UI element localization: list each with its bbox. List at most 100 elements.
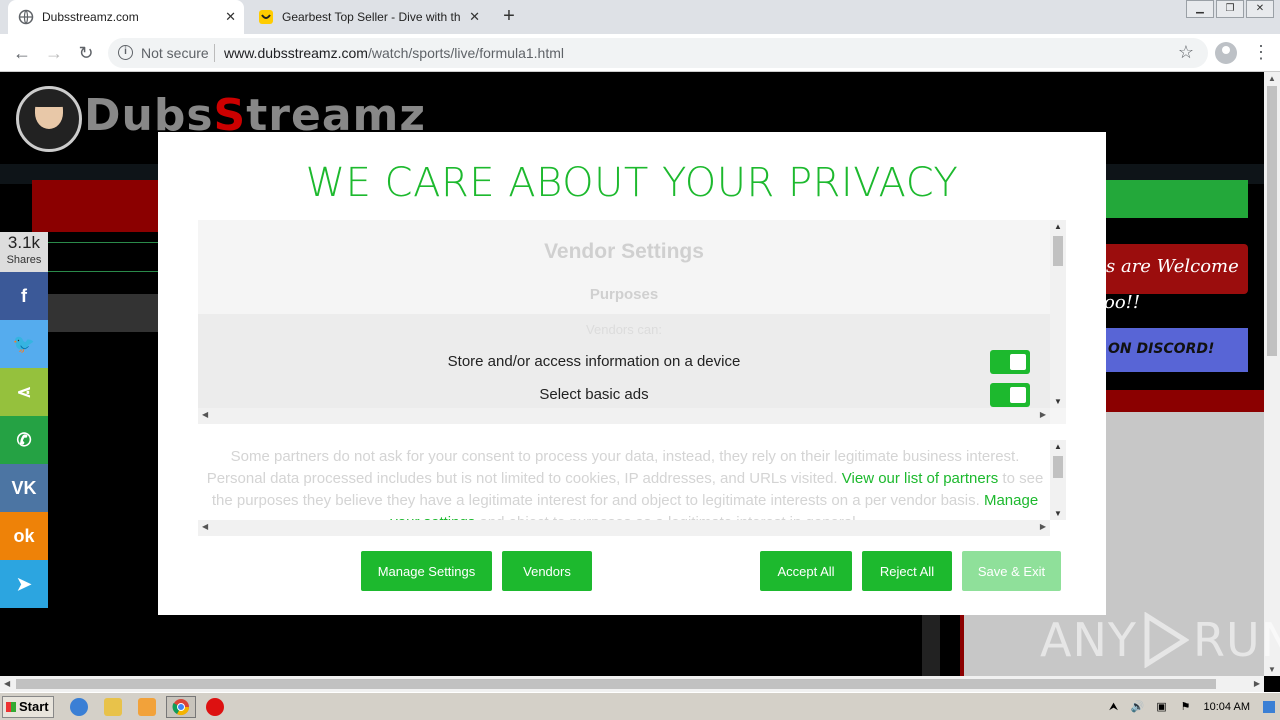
discord-text: ON DISCORD! xyxy=(1108,341,1215,357)
globe-icon xyxy=(18,9,34,25)
manage-settings-button[interactable]: Manage Settings xyxy=(361,551,492,591)
profile-avatar-icon[interactable] xyxy=(1215,42,1237,64)
left-lines xyxy=(46,242,158,272)
chrome-icon xyxy=(172,699,190,716)
flag-icon[interactable]: ⚑ xyxy=(1179,701,1193,713)
info-icon[interactable]: i xyxy=(118,45,133,60)
media-player-icon[interactable] xyxy=(138,698,156,716)
modal-title: WE CARE ABOUT YOUR PRIVACY xyxy=(305,160,959,206)
whatsapp-share-button[interactable]: ✆ xyxy=(0,416,48,464)
green-banner[interactable] xyxy=(1100,180,1248,218)
volume-icon[interactable]: 🔊 xyxy=(1131,701,1145,713)
play-icon xyxy=(1144,612,1189,668)
vendor-vertical-scrollbar[interactable]: ▲ ▼ xyxy=(1050,220,1066,408)
window-controls: ▁ ❐ ✕ xyxy=(1184,0,1274,18)
twitter-share-button[interactable]: 🐦 xyxy=(0,320,48,368)
facebook-icon: f xyxy=(21,285,27,306)
watermark-right: RUN xyxy=(1192,613,1280,667)
start-button[interactable]: Start xyxy=(2,696,54,718)
share-icon: ⋖ xyxy=(16,381,32,402)
page-horizontal-scrollbar[interactable]: ◀ ▶ xyxy=(0,676,1264,692)
purpose-toggle[interactable] xyxy=(990,383,1030,407)
scroll-right-arrow-icon[interactable]: ▶ xyxy=(1040,522,1046,531)
reject-all-button[interactable]: Reject All xyxy=(862,551,952,591)
url-host: www.dubsstreamz.com xyxy=(224,45,368,61)
bookmark-star-icon[interactable]: ☆ xyxy=(1178,42,1194,63)
logo-avatar[interactable] xyxy=(16,86,82,152)
scroll-left-arrow-icon[interactable]: ◀ xyxy=(4,679,10,688)
scroll-down-arrow-icon[interactable]: ▼ xyxy=(1054,397,1062,406)
vendor-settings-heading: Vendor Settings xyxy=(544,240,704,263)
share-share-button[interactable]: ⋖ xyxy=(0,368,48,416)
purpose-label: Select basic ads xyxy=(539,386,649,403)
tab-dubsstreamz[interactable]: Dubsstreamz.com ✕ xyxy=(8,0,244,34)
accept-all-button[interactable]: Accept All xyxy=(760,551,852,591)
address-bar[interactable]: i Not secure www.dubsstreamz.com/watch/s… xyxy=(108,38,1208,68)
too-text: oo!! xyxy=(1104,292,1141,313)
scroll-up-arrow-icon[interactable]: ▲ xyxy=(1054,442,1062,451)
vendors-button[interactable]: Vendors xyxy=(502,551,592,591)
twitter-icon: 🐦 xyxy=(12,333,36,354)
minimize-icon[interactable]: ▁ xyxy=(1186,0,1214,18)
legit-horizontal-scrollbar[interactable]: ◀ ▶ xyxy=(198,520,1050,536)
scroll-left-arrow-icon[interactable]: ◀ xyxy=(202,522,208,531)
internet-explorer-icon[interactable] xyxy=(70,698,88,716)
url-text[interactable]: www.dubsstreamz.com/watch/sports/live/fo… xyxy=(224,45,564,61)
purpose-toggle[interactable] xyxy=(990,350,1030,374)
purposes-list: Vendors can: Store and/or access informa… xyxy=(198,314,1050,410)
whatsapp-icon: ✆ xyxy=(16,429,32,450)
red-banner xyxy=(32,180,172,232)
network-icon[interactable]: ▣ xyxy=(1155,701,1169,713)
url-path: /watch/sports/live/formula1.html xyxy=(367,45,565,61)
telegram-share-button[interactable]: ➤ xyxy=(0,560,48,608)
show-desktop-icon[interactable] xyxy=(1263,701,1275,713)
browser-toolbar: ← → ↻ i Not secure www.dubsstreamz.com/w… xyxy=(0,34,1280,72)
forward-arrow-icon[interactable]: → xyxy=(42,41,66,65)
vk-share-button[interactable]: VK xyxy=(0,464,48,512)
save-exit-button[interactable]: Save & Exit xyxy=(962,551,1061,591)
tray-arrow-icon[interactable]: ⮝ xyxy=(1107,701,1121,713)
vendors-can-label: Vendors can: xyxy=(586,322,662,337)
purpose-row: Store and/or access information on a dev… xyxy=(198,348,1050,376)
security-label: Not secure xyxy=(141,45,209,61)
legit-vertical-scrollbar[interactable]: ▲ ▼ xyxy=(1050,440,1066,520)
scrollbar-thumb[interactable] xyxy=(16,679,1216,689)
menu-dots-icon[interactable]: ⋮ xyxy=(1252,40,1270,64)
folder-icon[interactable] xyxy=(104,698,122,716)
close-tab-icon[interactable]: ✕ xyxy=(225,9,236,25)
page-vertical-scrollbar[interactable]: ▲ ▼ xyxy=(1264,72,1280,676)
vendor-horizontal-scrollbar[interactable]: ◀ ▶ xyxy=(198,408,1050,424)
view-partners-link[interactable]: View our list of partners xyxy=(842,470,998,487)
scroll-right-arrow-icon[interactable]: ▶ xyxy=(1040,410,1046,419)
scroll-down-arrow-icon[interactable]: ▼ xyxy=(1054,509,1062,518)
back-arrow-icon[interactable]: ← xyxy=(10,41,34,65)
scrollbar-thumb[interactable] xyxy=(1267,86,1277,356)
facebook-share-button[interactable]: f xyxy=(0,272,48,320)
scroll-left-arrow-icon[interactable]: ◀ xyxy=(202,410,208,419)
watermark-left: ANY xyxy=(1040,613,1137,667)
scrollbar-thumb[interactable] xyxy=(1053,236,1063,266)
close-tab-icon[interactable]: ✕ xyxy=(469,9,480,25)
odnoklassniki-icon: ok xyxy=(13,525,35,546)
close-window-icon[interactable]: ✕ xyxy=(1246,0,1274,18)
gearbest-icon xyxy=(259,10,273,24)
scroll-up-arrow-icon[interactable]: ▲ xyxy=(1268,74,1276,83)
video-area xyxy=(32,612,940,676)
opera-icon[interactable] xyxy=(206,698,224,716)
clock: 10:04 AM xyxy=(1203,701,1250,713)
scroll-up-arrow-icon[interactable]: ▲ xyxy=(1054,222,1062,231)
odnoklassniki-share-button[interactable]: ok xyxy=(0,512,48,560)
tab-gearbest[interactable]: Gearbest Top Seller - Dive with the C ✕ xyxy=(248,0,488,34)
new-tab-button[interactable]: + xyxy=(498,6,520,28)
share-label: Shares xyxy=(6,254,42,266)
scrollbar-thumb[interactable] xyxy=(1053,456,1063,478)
system-tray: ⮝ 🔊 ▣ ⚑ 10:04 AM xyxy=(1102,695,1280,719)
left-grey-band xyxy=(46,294,158,332)
purposes-heading: Purposes xyxy=(589,286,659,303)
privacy-consent-modal: WE CARE ABOUT YOUR PRIVACY Vendor Settin… xyxy=(158,132,1106,615)
windows-taskbar: Start ⮝ 🔊 ▣ ⚑ 10:04 AM xyxy=(0,692,1280,720)
restore-icon[interactable]: ❐ xyxy=(1216,0,1244,18)
scroll-right-arrow-icon[interactable]: ▶ xyxy=(1254,679,1260,688)
tab-title: Gearbest Top Seller - Dive with the C xyxy=(282,10,460,24)
reload-icon[interactable]: ↻ xyxy=(74,41,98,65)
